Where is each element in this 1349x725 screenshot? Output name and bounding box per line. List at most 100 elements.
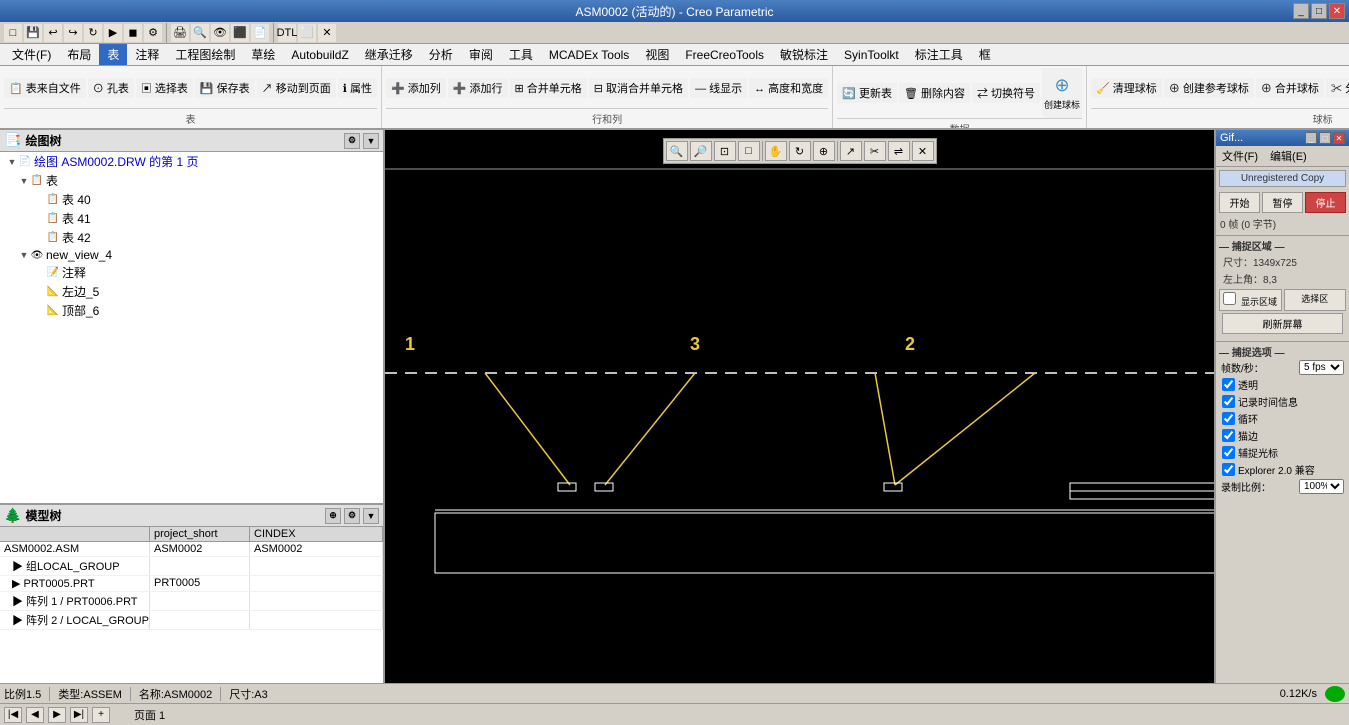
mirror-btn[interactable]: ⇌ — [888, 141, 910, 161]
tree-item-left5[interactable]: ▶ 📐 左边_5 — [0, 282, 383, 301]
menu-mcadex[interactable]: MCADEx Tools — [541, 46, 637, 64]
mt-row-array1[interactable]: ▶ 阵列 1 / PRT0006.PRT — [0, 592, 383, 611]
model-tree-icon2[interactable]: ⚙ — [344, 508, 360, 524]
undo-btn[interactable]: ↩ — [44, 24, 62, 42]
model-tree-icon3[interactable]: ▼ — [363, 508, 379, 524]
show-area-btn[interactable]: 显示区域 — [1219, 289, 1282, 311]
misc-btn[interactable]: ⬜ — [298, 24, 316, 42]
tree-item-table41[interactable]: ▶ 📋 表 41 — [0, 209, 383, 228]
view-btn[interactable]: 👁 — [211, 24, 229, 42]
tree-item-page[interactable]: ▼ 📄 绘图 ASM0002.DRW 的第 1 页 — [0, 152, 383, 171]
delete-canvas-btn[interactable]: ✕ — [912, 141, 934, 161]
mt-row-asm[interactable]: ASM0002.ASM ASM0002 ASM0002 — [0, 542, 383, 557]
save-btn[interactable]: 💾 — [24, 24, 42, 42]
canvas-area[interactable]: 🔍 🔎 ⊡ □ ✋ ↻ ⊕ ↗ ✂ ⇌ ✕ 1 3 2 — [385, 130, 1214, 683]
minimize-button[interactable]: _ — [1293, 3, 1309, 19]
nav-prev-btn[interactable]: ◀ — [26, 707, 44, 723]
gif-close-btn[interactable]: ✕ — [1333, 132, 1345, 144]
loop-checkbox[interactable] — [1222, 412, 1235, 425]
gif-minimize-btn[interactable]: _ — [1305, 132, 1317, 144]
btn-select-table[interactable]: ▣ 选择表 — [136, 78, 193, 98]
btn-create-ref-balloon[interactable]: ⊕ 创建参考球标 — [1164, 78, 1254, 98]
btn-height-width[interactable]: ↔ 高度和宽度 — [749, 78, 828, 98]
menu-syinto[interactable]: SyinToolkt — [836, 46, 907, 64]
explorer-checkbox[interactable] — [1222, 463, 1235, 476]
timestamp-checkbox[interactable] — [1222, 395, 1235, 408]
dtl-btn[interactable]: DTL — [278, 24, 296, 42]
menu-sharp[interactable]: 敏锐标注 — [772, 44, 836, 65]
btn-table-from-file[interactable]: 📋 表来自文件 — [4, 78, 86, 98]
menu-tools[interactable]: 工具 — [501, 44, 541, 65]
menu-view[interactable]: 视图 — [637, 44, 677, 65]
nav-first-btn[interactable]: |◀ — [4, 707, 22, 723]
scale-select[interactable]: 100% 50% 75% — [1299, 479, 1344, 494]
transparent-checkbox[interactable] — [1222, 378, 1235, 391]
menu-annotation[interactable]: 注释 — [127, 44, 167, 65]
zoom-out-btn[interactable]: 🔎 — [690, 141, 712, 161]
btn-line-display[interactable]: — 线显示 — [690, 78, 747, 98]
menu-file[interactable]: 文件(F) — [4, 44, 59, 65]
btn-move-to-page[interactable]: ↗ 移动到页面 — [257, 78, 336, 98]
nav-add-btn[interactable]: + — [92, 707, 110, 723]
btn-clean-balloon[interactable]: 🧹 清理球标 — [1091, 78, 1162, 98]
nav-next-btn[interactable]: ▶ — [48, 707, 66, 723]
btn-toggle-symbol[interactable]: ⇄ 切换符号 — [972, 83, 1040, 103]
cursor-checkbox[interactable] — [1222, 446, 1235, 459]
nav-last-btn[interactable]: ▶| — [70, 707, 88, 723]
menu-markup[interactable]: 标注工具 — [907, 44, 971, 65]
x-btn[interactable]: ✕ — [318, 24, 336, 42]
mt-row-array2[interactable]: ▶ 阵列 2 / LOCAL_GROUP_1 — [0, 611, 383, 630]
menu-box[interactable]: 框 — [971, 44, 999, 65]
tree-item-top6[interactable]: ▶ 📐 顶部_6 — [0, 301, 383, 320]
zoom-window-btn[interactable]: □ — [738, 141, 760, 161]
close-button[interactable]: ✕ — [1329, 3, 1345, 19]
show-area-checkbox[interactable] — [1223, 292, 1236, 305]
menu-freecreo[interactable]: FreeCreoTools — [677, 46, 772, 64]
select-btn[interactable]: ↗ — [840, 141, 862, 161]
btn-hole-table[interactable]: ⊙ 孔表 — [88, 78, 134, 98]
play-btn[interactable]: ▶ — [104, 24, 122, 42]
tools-btn[interactable]: ⚙ — [144, 24, 162, 42]
btn-split-balloon[interactable]: ✂ 分割球标 — [1326, 78, 1349, 98]
menu-autobuild[interactable]: AutobuildZ — [283, 46, 356, 64]
tree-item-annotation[interactable]: ▶ 📝 注释 — [0, 263, 383, 282]
btn-create-balloon[interactable]: ⊕ 创建球标 — [1042, 68, 1082, 118]
center-btn[interactable]: ⊕ — [813, 141, 835, 161]
gif-menu-file[interactable]: 文件(F) — [1216, 146, 1264, 166]
redo-btn[interactable]: ↪ — [64, 24, 82, 42]
edge-checkbox[interactable] — [1222, 429, 1235, 442]
gif-stop-btn[interactable]: 停止 — [1305, 192, 1346, 213]
select-area-btn[interactable]: 选择区 — [1284, 289, 1347, 311]
btn-add-col[interactable]: ➕ 添加列 — [386, 78, 446, 98]
gif-start-btn[interactable]: 开始 — [1219, 192, 1260, 213]
tree-settings-icon[interactable]: ⚙ — [344, 133, 360, 149]
btn-unmerge-cells[interactable]: ⊟ 取消合并单元格 — [589, 78, 688, 98]
regen-btn[interactable]: ↻ — [84, 24, 102, 42]
btn-merge-cells[interactable]: ⊞ 合并单元格 — [510, 78, 587, 98]
rotate-btn[interactable]: ↻ — [789, 141, 811, 161]
btn-add-row[interactable]: ➕ 添加行 — [448, 78, 508, 98]
btn-update-table[interactable]: 🔄 更新表 — [837, 83, 897, 103]
fps-select[interactable]: 5 fps 10 fps 15 fps — [1299, 360, 1344, 375]
zoom-in-btn[interactable]: 🔍 — [666, 141, 688, 161]
menu-review[interactable]: 审阅 — [461, 44, 501, 65]
pan-btn[interactable]: ✋ — [765, 141, 787, 161]
cut-btn[interactable]: ✂ — [864, 141, 886, 161]
tree-item-view4[interactable]: ▼ 👁 new_view_4 — [0, 247, 383, 263]
zoom-fit-btn[interactable]: ⊡ — [714, 141, 736, 161]
mt-row-prt5[interactable]: ▶ PRT0005.PRT PRT0005 — [0, 576, 383, 592]
tree-filter-icon[interactable]: ▼ — [363, 133, 379, 149]
stop-btn[interactable]: ◼ — [124, 24, 142, 42]
btn-merge-balloon[interactable]: ⊕ 合并球标 — [1256, 78, 1324, 98]
layer-btn[interactable]: 📄 — [251, 24, 269, 42]
btn-properties[interactable]: ℹ 属性 — [338, 78, 377, 98]
tree-item-table42[interactable]: ▶ 📋 表 42 — [0, 228, 383, 247]
refresh-screen-btn[interactable]: 刷新屏幕 — [1222, 313, 1343, 334]
menu-table[interactable]: 表 — [99, 44, 127, 65]
model-tree-icon1[interactable]: ⊕ — [325, 508, 341, 524]
menu-sketch[interactable]: 草绘 — [243, 44, 283, 65]
new-btn[interactable]: □ — [4, 24, 22, 42]
tree-item-table[interactable]: ▼ 📋 表 — [0, 171, 383, 190]
menu-inherit[interactable]: 继承迁移 — [357, 44, 421, 65]
gif-menu-edit[interactable]: 编辑(E) — [1264, 146, 1313, 166]
